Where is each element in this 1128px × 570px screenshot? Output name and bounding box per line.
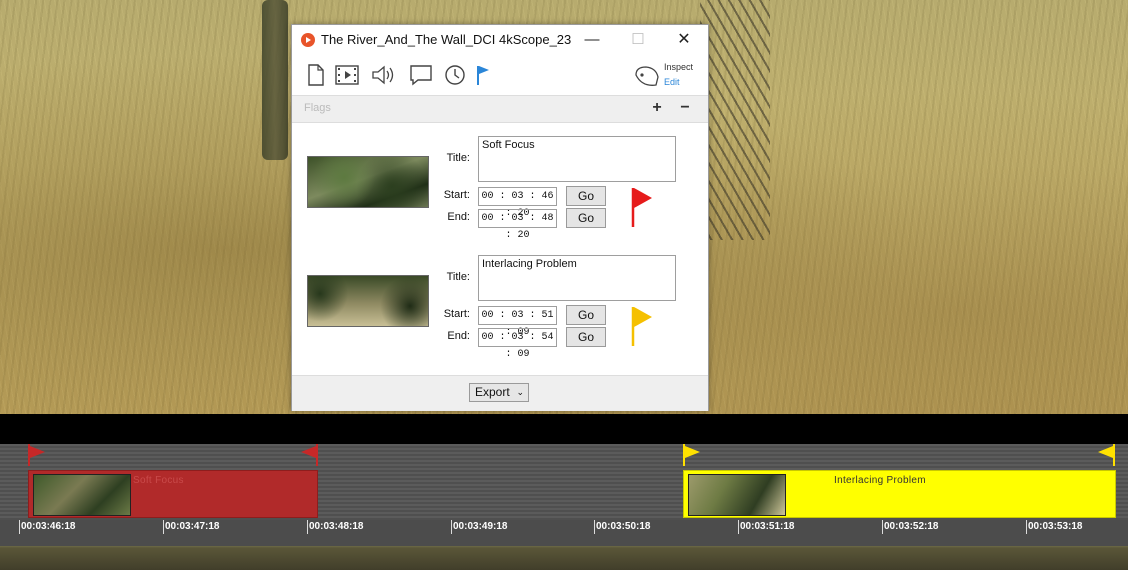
video-frame-bottom: [0, 546, 1128, 570]
ruler-tick: [882, 520, 883, 534]
ruler-tick-label: 00:03:49:18: [453, 521, 508, 532]
flags-section-label: Flags: [304, 102, 331, 114]
video-figure: [262, 0, 288, 160]
timecode-ruler[interactable]: 00:03:46:18 00:03:47:18 00:03:48:18 00:0…: [0, 520, 1128, 546]
title-bar[interactable]: The River_And_The Wall_DCI 4kScope_2398_…: [292, 25, 708, 55]
flag-timeline[interactable]: Soft Focus Interlacing Problem 00:03:46:…: [0, 444, 1128, 546]
start-label: Start:: [443, 189, 470, 201]
ruler-tick-label: 00:03:51:18: [740, 521, 795, 532]
yellow-flag-end-marker-icon[interactable]: [1097, 444, 1115, 466]
start-label: Start:: [443, 308, 470, 320]
minimize-button[interactable]: —: [580, 30, 604, 50]
clip-thumbnail: [688, 474, 786, 516]
title-label: Title:: [446, 271, 470, 283]
dialog-footer: Export ⌄: [292, 375, 708, 411]
clip-label: Interlacing Problem: [834, 475, 926, 486]
yellow-flag-icon[interactable]: [630, 305, 654, 350]
flag-thumbnail[interactable]: [307, 156, 429, 208]
ruler-tick: [1026, 520, 1027, 534]
speaker-icon[interactable]: [371, 63, 395, 87]
edit-link[interactable]: Edit: [664, 77, 680, 87]
title-label: Title:: [446, 152, 470, 164]
ruler-tick: [738, 520, 739, 534]
red-flag-start-marker-icon[interactable]: [28, 444, 46, 466]
inspect-control[interactable]: Inspect Edit: [634, 60, 704, 90]
ruler-tick: [307, 520, 308, 534]
start-timecode-field[interactable]: 00 : 03 : 46 : 20: [478, 187, 557, 219]
clip-thumbnail: [33, 474, 131, 516]
go-to-end-button[interactable]: Go: [566, 327, 606, 347]
clock-icon[interactable]: [443, 63, 467, 87]
inspect-tag-icon: [635, 66, 659, 86]
go-to-end-button[interactable]: Go: [566, 208, 606, 228]
film-icon[interactable]: [335, 63, 359, 87]
flag-thumbnail[interactable]: [307, 275, 429, 327]
chevron-down-icon: ⌄: [516, 387, 524, 397]
ruler-tick: [163, 520, 164, 534]
flag-title-field[interactable]: Interlacing Problem: [478, 255, 676, 301]
flag-icon[interactable]: [476, 63, 500, 87]
end-timecode-field[interactable]: 00 : 03 : 48 : 20: [478, 209, 557, 241]
ruler-tick: [19, 520, 20, 534]
inspect-label: Inspect: [664, 62, 694, 72]
video-tree: [700, 0, 770, 240]
red-flag-end-marker-icon[interactable]: [300, 444, 318, 466]
go-to-start-button[interactable]: Go: [566, 186, 606, 206]
ruler-tick-label: 00:03:48:18: [309, 521, 364, 532]
flags-header: Flags + −: [292, 95, 708, 123]
ruler-tick-label: 00:03:52:18: [884, 521, 939, 532]
export-dropdown-button[interactable]: Export ⌄: [469, 383, 529, 402]
ruler-tick-label: 00:03:46:18: [21, 521, 76, 532]
letterbox-band: [0, 414, 1128, 444]
maximize-button[interactable]: ☐: [626, 30, 650, 50]
ruler-tick-label: 00:03:53:18: [1028, 521, 1083, 532]
end-label: End:: [447, 330, 470, 342]
clip-label: Soft Focus: [133, 475, 184, 486]
add-flag-button[interactable]: +: [649, 99, 665, 117]
close-button[interactable]: ✕: [672, 30, 696, 50]
toolbar: Inspect Edit: [292, 55, 708, 95]
timeline-clip-soft-focus[interactable]: Soft Focus: [28, 470, 318, 518]
go-to-start-button[interactable]: Go: [566, 305, 606, 325]
ruler-tick-label: 00:03:50:18: [596, 521, 651, 532]
flags-dialog: The River_And_The Wall_DCI 4kScope_2398_…: [291, 24, 709, 411]
comment-icon[interactable]: [409, 63, 433, 87]
flag-entry: Title: Soft Focus Start: 00 : 03 : 46 : …: [292, 136, 708, 246]
start-timecode-field[interactable]: 00 : 03 : 51 : 09: [478, 306, 557, 338]
document-icon[interactable]: [304, 63, 328, 87]
window-title: The River_And_The Wall_DCI 4kScope_2398_…: [321, 32, 571, 47]
end-label: End:: [447, 211, 470, 223]
end-timecode-field[interactable]: 00 : 03 : 54 : 09: [478, 328, 557, 360]
ruler-tick: [451, 520, 452, 534]
yellow-flag-start-marker-icon[interactable]: [683, 444, 701, 466]
timeline-clip-interlacing-problem[interactable]: Interlacing Problem: [683, 470, 1116, 518]
flag-entry: Title: Interlacing Problem Start: 00 : 0…: [292, 255, 708, 365]
export-label: Export: [475, 385, 510, 399]
remove-flag-button[interactable]: −: [677, 99, 693, 117]
ruler-tick-label: 00:03:47:18: [165, 521, 220, 532]
ruler-tick: [594, 520, 595, 534]
flag-title-field[interactable]: Soft Focus: [478, 136, 676, 182]
red-flag-icon[interactable]: [630, 186, 654, 231]
app-play-icon: [301, 33, 315, 47]
